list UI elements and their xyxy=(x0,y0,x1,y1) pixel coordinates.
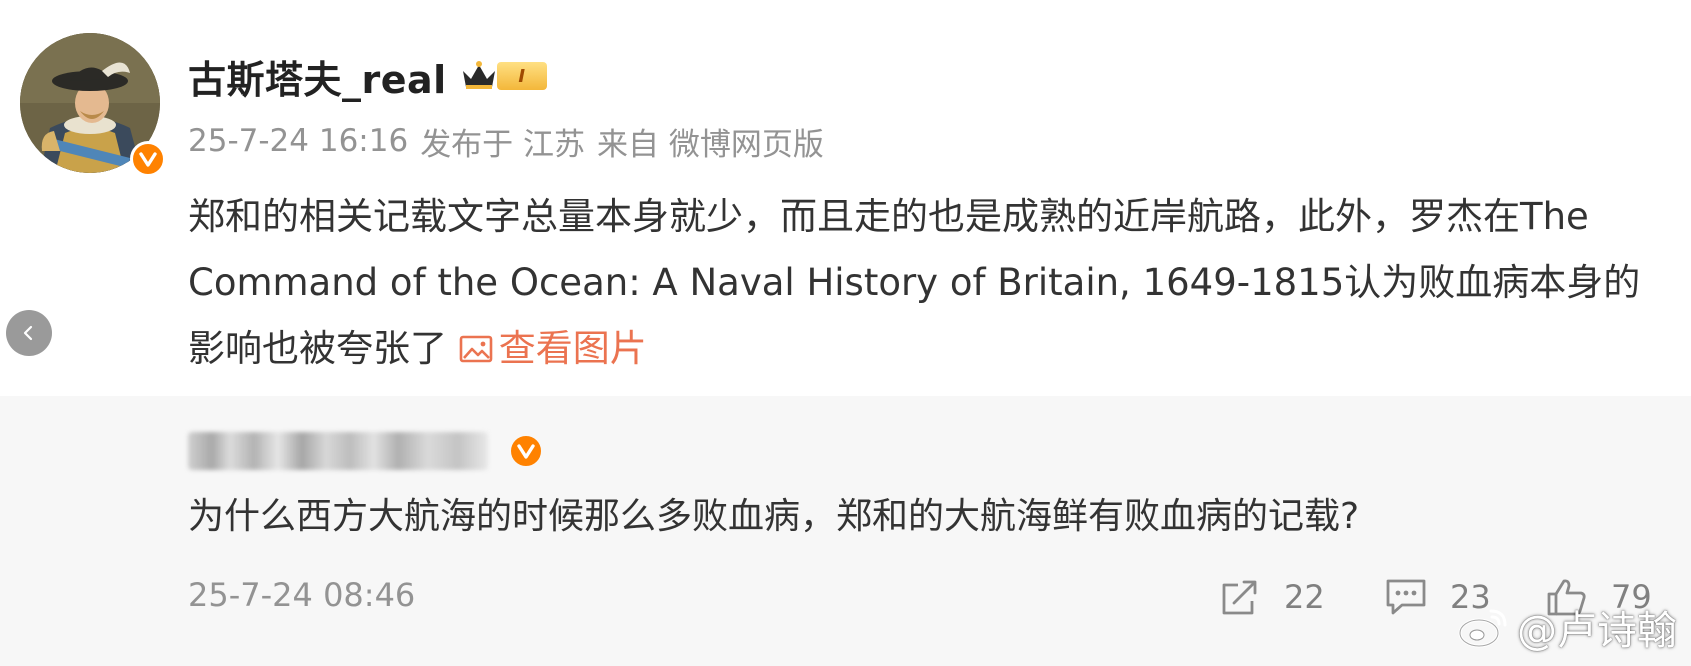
comment-icon xyxy=(1386,579,1426,615)
post-meta: 25-7-24 16:16 发布于 江苏 来自 微博网页版 xyxy=(188,118,836,164)
quoted-post[interactable]: 为什么西方大航海的时候那么多败血病，郑和的大航海鲜有败血病的记载? 25-7-2… xyxy=(0,396,1691,666)
username[interactable]: 古斯塔夫_real xyxy=(188,49,447,104)
quoted-post-header xyxy=(188,426,544,476)
view-images-link[interactable]: 查看图片 xyxy=(459,316,647,382)
weibo-logo-icon xyxy=(1458,609,1507,648)
weibo-post-card: 古斯塔夫_real I 25-7-24 16:16 发布于 江苏 来自 微博网页… xyxy=(0,0,1691,666)
share-icon xyxy=(1222,580,1257,615)
vip-badge[interactable]: I xyxy=(459,59,547,93)
view-images-label: 查看图片 xyxy=(498,327,647,370)
quoted-username-blurred[interactable] xyxy=(188,432,488,470)
crown-icon xyxy=(462,61,495,89)
avatar-container[interactable] xyxy=(20,33,166,177)
vip-level-label: I xyxy=(496,62,547,90)
quoted-post-time[interactable]: 25-7-24 08:46 xyxy=(188,576,415,614)
previous-button[interactable] xyxy=(6,310,52,356)
image-icon xyxy=(459,335,493,363)
verified-badge-icon xyxy=(130,141,166,177)
share-button[interactable]: 22 xyxy=(1218,570,1325,624)
watermark-text: @卢诗翰 xyxy=(1517,608,1677,654)
post-source[interactable]: 来自 微博网页版 xyxy=(597,119,824,164)
share-count: 22 xyxy=(1284,578,1325,616)
post-text: 郑和的相关记载文字总量本身就少，而且走的也是成熟的近岸航路，此外，罗杰在The … xyxy=(188,195,1641,370)
watermark: @卢诗翰 xyxy=(1457,598,1677,656)
verified-badge-icon xyxy=(508,433,544,469)
post-time[interactable]: 25-7-24 16:16 xyxy=(188,123,408,159)
post-location: 发布于 江苏 xyxy=(420,126,586,163)
chevron-left-icon xyxy=(23,325,33,341)
quoted-post-text: 为什么西方大航海的时候那么多败血病，郑和的大航海鲜有败血病的记载? xyxy=(188,496,1360,537)
post-body: 郑和的相关记载文字总量本身就少，而且走的也是成熟的近岸航路，此外，罗杰在The … xyxy=(188,184,1658,382)
post-header: 古斯塔夫_real I xyxy=(188,48,547,104)
